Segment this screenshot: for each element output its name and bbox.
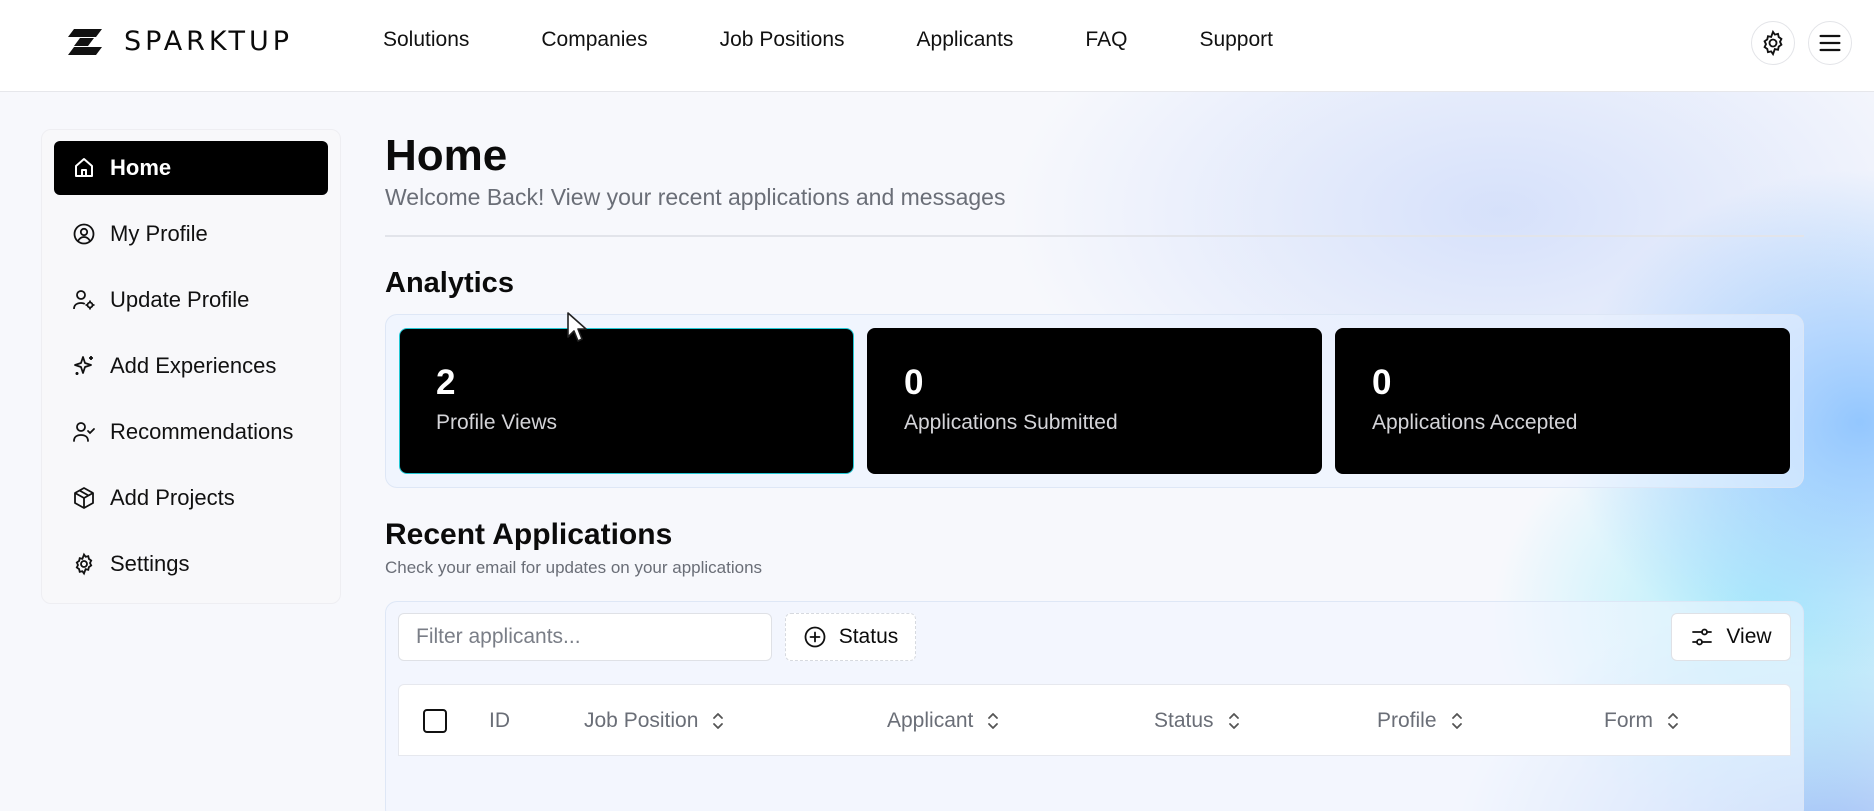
column-header-applicant[interactable]: Applicant: [887, 685, 1001, 757]
sidebar-item-label: Home: [110, 155, 172, 180]
table-toolbar: Status: [398, 613, 1791, 661]
view-options-label: View: [1726, 625, 1772, 648]
column-header-label: Status: [1154, 709, 1214, 732]
status-filter-label: Status: [838, 625, 899, 648]
user-check-icon: [73, 422, 95, 442]
stat-value: 0: [1372, 363, 1392, 402]
column-header-form[interactable]: Form: [1604, 685, 1681, 757]
sidebar-item-label: Settings: [110, 551, 190, 576]
sidebar-item-settings[interactable]: Settings: [54, 537, 328, 591]
settings-button[interactable]: [1751, 21, 1795, 65]
user-circle-icon: [73, 223, 95, 245]
stat-label: Applications Accepted: [1372, 411, 1578, 434]
stat-card-profile-views[interactable]: 2 Profile Views: [399, 328, 854, 474]
sidebar-item-recommendations[interactable]: Recommendations: [54, 405, 328, 459]
view-options-button[interactable]: View: [1671, 613, 1791, 661]
column-header-status[interactable]: Status: [1154, 685, 1242, 757]
nav-job-positions[interactable]: Job Positions: [720, 26, 845, 54]
gear-icon: [75, 552, 93, 576]
package-icon: [74, 487, 94, 509]
top-header: SPARKTUP Solutions Companies Job Positio…: [0, 0, 1874, 92]
sidebar-item-update-profile[interactable]: Update Profile: [54, 273, 328, 327]
sort-icon: [713, 713, 724, 729]
analytics-stats: 2 Profile Views 0 Applications Submitted…: [385, 314, 1804, 488]
sliders-icon: [1692, 628, 1713, 646]
recent-applications-subtitle: Check your email for updates on your app…: [385, 558, 763, 577]
sort-icon: [1228, 713, 1239, 729]
plus-circle-icon: [804, 626, 826, 648]
hamburger-menu-icon: [1819, 34, 1841, 52]
sidebar-item-add-projects[interactable]: Add Projects: [54, 471, 328, 525]
main-nav: Solutions Companies Job Positions Applic…: [383, 26, 1345, 54]
column-header-label: Applicant: [887, 709, 974, 732]
sidebar-item-label: Add Projects: [110, 485, 235, 510]
logo-icon: [68, 28, 102, 55]
applications-table-card: Status View ID Job Position Applicant: [385, 601, 1804, 811]
page-title: Home: [385, 131, 508, 180]
sort-icon: [988, 713, 999, 729]
brand-name: SPARKTUP: [124, 26, 294, 57]
brand-logo[interactable]: SPARKTUP: [66, 26, 293, 57]
table-header-row: ID Job Position Applicant Status Profile…: [398, 684, 1791, 756]
sidebar-item-my-profile[interactable]: My Profile: [54, 207, 328, 261]
sidebar-item-home[interactable]: Home: [54, 141, 328, 195]
filter-applicants-input[interactable]: [398, 613, 772, 661]
nav-companies[interactable]: Companies: [541, 26, 647, 54]
nav-solutions[interactable]: Solutions: [383, 26, 469, 54]
recent-applications-title: Recent Applications: [385, 518, 673, 551]
home-icon: [75, 158, 93, 177]
column-header-label: Job Position: [584, 709, 699, 732]
nav-faq[interactable]: FAQ: [1085, 26, 1127, 54]
menu-button[interactable]: [1808, 21, 1852, 65]
user-cog-icon: [73, 290, 95, 310]
sidebar-item-label: Recommendations: [110, 419, 294, 444]
divider: [385, 235, 1804, 237]
sort-icon: [1668, 713, 1678, 729]
status-filter-button[interactable]: Status: [785, 613, 916, 661]
nav-applicants[interactable]: Applicants: [917, 26, 1014, 54]
column-header-label: Form: [1604, 709, 1653, 732]
stat-card-applications-submitted[interactable]: 0 Applications Submitted: [867, 328, 1322, 474]
stat-label: Profile Views: [436, 411, 557, 434]
column-header-id: ID: [489, 685, 510, 757]
column-header-label: ID: [489, 709, 510, 732]
select-all-checkbox[interactable]: [423, 709, 447, 733]
main-content: Home Welcome Back! View your recent appl…: [385, 130, 1805, 811]
sidebar-item-label: My Profile: [110, 221, 208, 246]
stat-label: Applications Submitted: [904, 411, 1118, 434]
stat-value: 2: [436, 363, 456, 402]
page-subtitle: Welcome Back! View your recent applicati…: [385, 184, 1006, 210]
stat-card-applications-accepted[interactable]: 0 Applications Accepted: [1335, 328, 1790, 474]
sort-icon: [1451, 713, 1462, 729]
sparkles-icon: [74, 356, 93, 375]
nav-support[interactable]: Support: [1199, 26, 1273, 54]
column-header-profile[interactable]: Profile: [1377, 685, 1465, 757]
gear-icon: [1763, 29, 1783, 57]
sidebar-item-label: Update Profile: [110, 287, 250, 312]
mouse-cursor-icon: [567, 312, 587, 342]
sidebar-item-label: Add Experiences: [110, 353, 277, 378]
sidebar-item-add-experiences[interactable]: Add Experiences: [54, 339, 328, 393]
analytics-title: Analytics: [385, 267, 514, 299]
sidebar: Home My Profile Update Profile Add Exper…: [41, 129, 341, 604]
column-header-label: Profile: [1377, 709, 1437, 732]
stat-value: 0: [904, 363, 924, 402]
column-header-job-position[interactable]: Job Position: [584, 685, 726, 757]
